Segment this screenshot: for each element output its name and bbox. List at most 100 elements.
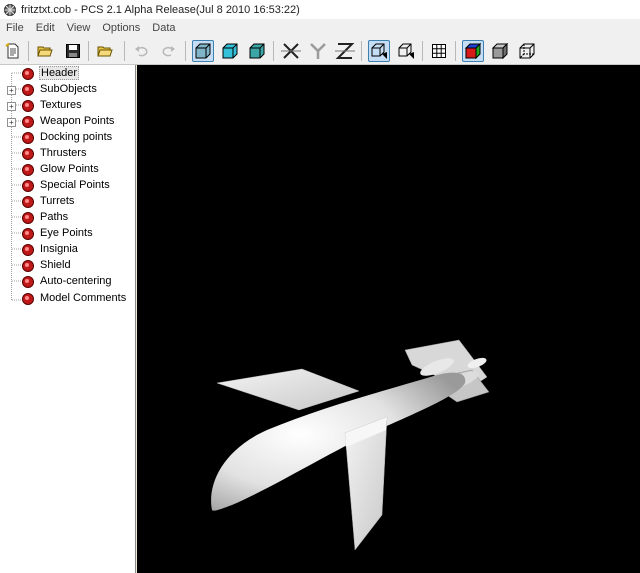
tree-item-label: Textures <box>40 99 82 111</box>
grid-icon <box>432 44 446 58</box>
menu-bar: File Edit View Options Data <box>0 19 640 37</box>
tree-item-auto-centering[interactable]: Auto-centering <box>0 274 135 290</box>
menu-data[interactable]: Data <box>146 22 181 34</box>
title-bar: fritztxt.cob - PCS 2.1 Alpha Release(Jul… <box>0 0 640 19</box>
wire-cube-button[interactable] <box>516 40 538 62</box>
tree-item-label: Docking points <box>40 131 113 143</box>
wire-cube-icon <box>519 43 535 59</box>
save-icon <box>66 44 80 58</box>
solid-cube-button[interactable] <box>489 40 511 62</box>
axis-y-icon <box>310 43 326 59</box>
tree-item-glow-points[interactable]: Glow Points <box>0 162 135 178</box>
tree-item-weapon-points[interactable]: + Weapon Points <box>0 114 135 130</box>
expand-icon[interactable]: + <box>7 118 16 127</box>
tree-item-eye-points[interactable]: Eye Points <box>0 226 135 242</box>
solid-cube-icon <box>491 42 509 60</box>
redo-icon <box>162 46 175 57</box>
camera-box-2-button[interactable] <box>395 40 417 62</box>
view-textured-box-icon <box>195 43 211 59</box>
toolbar <box>0 37 640 65</box>
tree-item-shield[interactable]: Shield <box>0 258 135 274</box>
redo-button[interactable] <box>157 40 179 62</box>
node-icon <box>22 196 34 208</box>
undo-icon <box>135 46 148 57</box>
expand-icon[interactable]: + <box>7 86 16 95</box>
color-cube-icon <box>464 42 482 60</box>
node-icon <box>22 228 34 240</box>
tree-item-label: Header <box>39 66 80 80</box>
tree-item-label: Glow Points <box>40 163 99 175</box>
save-button[interactable] <box>62 40 84 62</box>
node-icon <box>22 212 34 224</box>
node-icon <box>22 68 34 80</box>
new-file-icon <box>5 43 19 59</box>
open-button[interactable] <box>34 40 56 62</box>
menu-file[interactable]: File <box>0 22 30 34</box>
view-box-teal-icon <box>249 43 265 59</box>
open-folder-icon <box>37 46 53 57</box>
tree-item-docking-points[interactable]: Docking points <box>0 130 135 146</box>
node-icon <box>22 260 34 272</box>
expand-icon[interactable]: + <box>7 102 16 111</box>
toolbar-separator <box>28 41 29 61</box>
toolbar-separator <box>422 41 423 61</box>
tree-item-label: Thrusters <box>40 147 87 159</box>
new-file-button[interactable] <box>2 40 24 62</box>
pcs-app-icon <box>4 3 16 16</box>
toolbar-separator <box>124 41 125 61</box>
tree-item-label: Paths <box>40 211 69 223</box>
menu-view[interactable]: View <box>61 22 97 34</box>
node-icon <box>22 132 34 144</box>
node-icon <box>22 244 34 256</box>
camera-box-button[interactable] <box>368 40 390 62</box>
toolbar-separator <box>273 41 274 61</box>
axis-z-button[interactable] <box>334 40 356 62</box>
tree-item-label: Auto-centering <box>40 275 112 287</box>
view-cyan-button[interactable] <box>219 40 241 62</box>
node-icon <box>22 84 34 96</box>
grid-button[interactable] <box>428 40 450 62</box>
node-icon <box>22 293 34 305</box>
tree-item-insignia[interactable]: Insignia <box>0 242 135 258</box>
undo-button[interactable] <box>131 40 153 62</box>
model-tree: Header + SubObjects + Textures + Weapon … <box>0 65 136 573</box>
view-box-cyan-icon <box>222 43 238 59</box>
node-icon <box>22 148 34 160</box>
open-model-button[interactable] <box>94 40 116 62</box>
axis-y-button[interactable] <box>307 40 329 62</box>
tree-item-label: Turrets <box>40 195 75 207</box>
axis-x-icon <box>281 43 301 59</box>
axis-z-icon <box>335 43 355 59</box>
camera-box-icon <box>371 43 387 59</box>
node-icon <box>22 116 34 128</box>
window-title: fritztxt.cob - PCS 2.1 Alpha Release(Jul… <box>21 3 300 16</box>
node-icon <box>22 276 34 288</box>
tree-item-label: Eye Points <box>40 227 93 239</box>
camera-box-2-icon <box>398 43 414 59</box>
view-textured-button[interactable] <box>192 40 214 62</box>
tree-item-thrusters[interactable]: Thrusters <box>0 146 135 162</box>
view-teal-button[interactable] <box>246 40 268 62</box>
missile-model <box>211 339 490 551</box>
model-viewport[interactable] <box>137 65 640 573</box>
axis-x-button[interactable] <box>280 40 302 62</box>
tree-item-model-comments[interactable]: Model Comments <box>0 291 135 307</box>
tree-item-paths[interactable]: Paths <box>0 210 135 226</box>
tree-item-label: Model Comments <box>40 292 127 304</box>
tree-item-label: Shield <box>40 259 71 271</box>
tree-item-label: SubObjects <box>40 83 97 95</box>
menu-options[interactable]: Options <box>96 22 146 34</box>
menu-edit[interactable]: Edit <box>30 22 61 34</box>
color-cube-button[interactable] <box>462 40 484 62</box>
tree-item-header[interactable]: Header <box>0 66 135 82</box>
tree-item-label: Special Points <box>40 179 110 191</box>
node-icon <box>22 164 34 176</box>
open-model-icon <box>97 46 113 57</box>
tree-item-subobjects[interactable]: + SubObjects <box>0 82 135 98</box>
tree-item-label: Weapon Points <box>40 115 115 127</box>
tree-item-turrets[interactable]: Turrets <box>0 194 135 210</box>
tree-item-textures[interactable]: + Textures <box>0 98 135 114</box>
tree-item-label: Insignia <box>40 243 78 255</box>
node-icon <box>22 100 34 112</box>
tree-item-special-points[interactable]: Special Points <box>0 178 135 194</box>
